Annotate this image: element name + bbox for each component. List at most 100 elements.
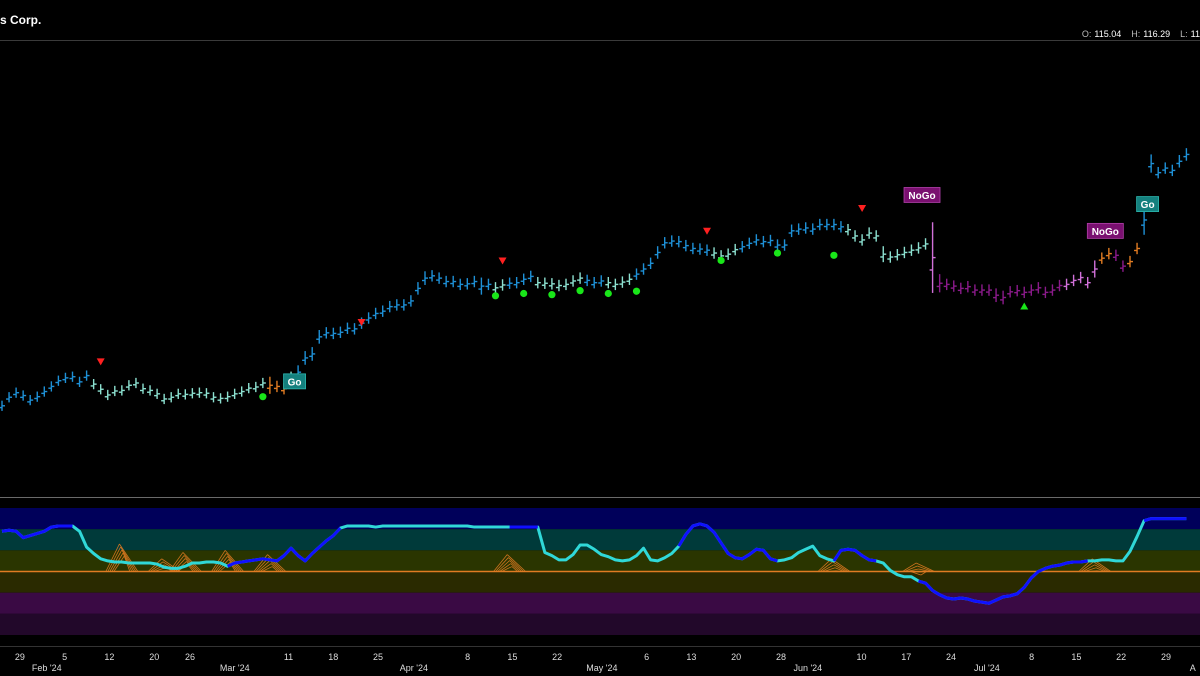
x-tick-label: 17 <box>901 652 912 662</box>
price-bar <box>323 327 330 339</box>
price-bar <box>570 275 577 287</box>
x-tick-label: 29 <box>1160 652 1171 662</box>
green-dot-icon <box>259 393 267 401</box>
price-bar <box>689 242 696 255</box>
price-bar <box>929 222 936 293</box>
price-bar <box>802 222 809 234</box>
price-bar <box>788 224 795 238</box>
price-bar <box>1176 155 1183 168</box>
red-down-triangle-icon <box>703 227 711 235</box>
price-bar <box>816 218 823 231</box>
price-bar <box>372 307 379 320</box>
label-text: Go <box>288 377 302 388</box>
price-bar <box>682 239 689 252</box>
price-bar <box>20 390 27 401</box>
price-bar <box>978 284 985 296</box>
price-bar <box>809 223 816 235</box>
x-tick-label: 15 <box>1071 652 1082 662</box>
x-tick-label: 20 <box>149 652 160 662</box>
price-bar <box>506 277 513 289</box>
price-bar <box>633 268 640 280</box>
price-bar <box>414 282 421 295</box>
price-bar <box>90 379 97 390</box>
price-bar <box>344 322 351 334</box>
price-bar <box>379 305 386 317</box>
price-bar <box>1091 260 1098 278</box>
price-bar <box>0 400 5 411</box>
x-tick-label: 29 <box>14 652 25 662</box>
price-bar <box>1042 286 1049 299</box>
osc-band <box>0 592 1200 614</box>
price-bar <box>767 234 774 247</box>
price-bar <box>534 276 541 289</box>
price-bar <box>182 389 189 400</box>
price-bar <box>252 381 259 393</box>
price-bar <box>245 383 252 394</box>
price-bar <box>1063 278 1070 291</box>
price-bar <box>591 276 598 289</box>
price-bar <box>675 235 682 248</box>
price-bar <box>41 386 48 397</box>
green-dot-icon <box>548 291 556 299</box>
label-text: NoGo <box>908 191 935 202</box>
price-bar <box>429 270 436 282</box>
x-tick-label: 25 <box>373 652 384 662</box>
x-month-label: May '24 <box>586 663 618 673</box>
x-tick-label: 18 <box>328 652 339 662</box>
price-bar <box>711 247 718 259</box>
x-tick-label: 20 <box>731 652 742 662</box>
price-bar <box>111 385 118 397</box>
price-bar <box>231 388 238 399</box>
price-bar <box>1155 166 1162 179</box>
osc-band <box>0 529 1200 551</box>
x-tick-label: 6 <box>644 652 650 662</box>
price-bar <box>774 239 781 251</box>
price-bar <box>520 273 527 285</box>
price-bar <box>725 248 732 260</box>
price-bar <box>499 279 506 291</box>
price-bar <box>118 385 125 396</box>
osc-top-pad <box>0 498 1200 508</box>
price-bar <box>1084 276 1091 289</box>
price-bar <box>436 272 443 284</box>
price-bar <box>154 388 161 399</box>
go-label: Go <box>1136 196 1160 212</box>
x-tick-label: 8 <box>1029 652 1035 662</box>
price-bar <box>1162 162 1169 174</box>
x-tick-label: 13 <box>686 652 697 662</box>
price-bar <box>661 237 668 249</box>
price-bar <box>612 278 619 291</box>
price-bar <box>548 278 555 290</box>
ohlc-value: 116.29 <box>1143 29 1171 39</box>
green-dot-icon <box>604 289 612 298</box>
price-bar <box>605 276 612 289</box>
price-bar <box>1021 286 1028 299</box>
green-dot-icon <box>717 256 725 265</box>
price-bar <box>140 383 146 394</box>
chart-title: s Corp. <box>0 13 42 27</box>
price-bar <box>619 276 626 288</box>
red-down-triangle-icon <box>498 257 507 265</box>
x-axis: 29 5 12 20 26 11 18 25 8 15 22 6 13 20 28 10 17 24 8 15 22 29… <box>0 646 1200 676</box>
price-bar <box>541 277 548 289</box>
green-dot-icon <box>632 287 641 295</box>
price-bar <box>1077 271 1084 284</box>
green-dot-icon <box>773 249 782 257</box>
ohlc-key: O: <box>1081 29 1092 39</box>
price-bar <box>69 371 76 382</box>
green-dot-icon <box>491 292 500 300</box>
green-dot-icon <box>830 251 838 259</box>
oscillator-chart[interactable] <box>0 498 1200 645</box>
price-bar <box>330 327 337 340</box>
price-bar <box>464 278 471 290</box>
price-bar <box>203 388 210 399</box>
x-tick-label: 12 <box>104 652 115 662</box>
price-bar <box>936 274 943 293</box>
price-chart[interactable]: Go NoGo NoGo Go <box>0 41 1200 497</box>
x-month-label: Jun '24 <box>793 663 823 673</box>
x-tick-label: 10 <box>856 652 867 662</box>
price-bar <box>1000 290 1007 305</box>
price-bar <box>1112 249 1119 262</box>
price-bar <box>386 300 393 313</box>
x-month-label: Feb '24 <box>31 663 62 673</box>
